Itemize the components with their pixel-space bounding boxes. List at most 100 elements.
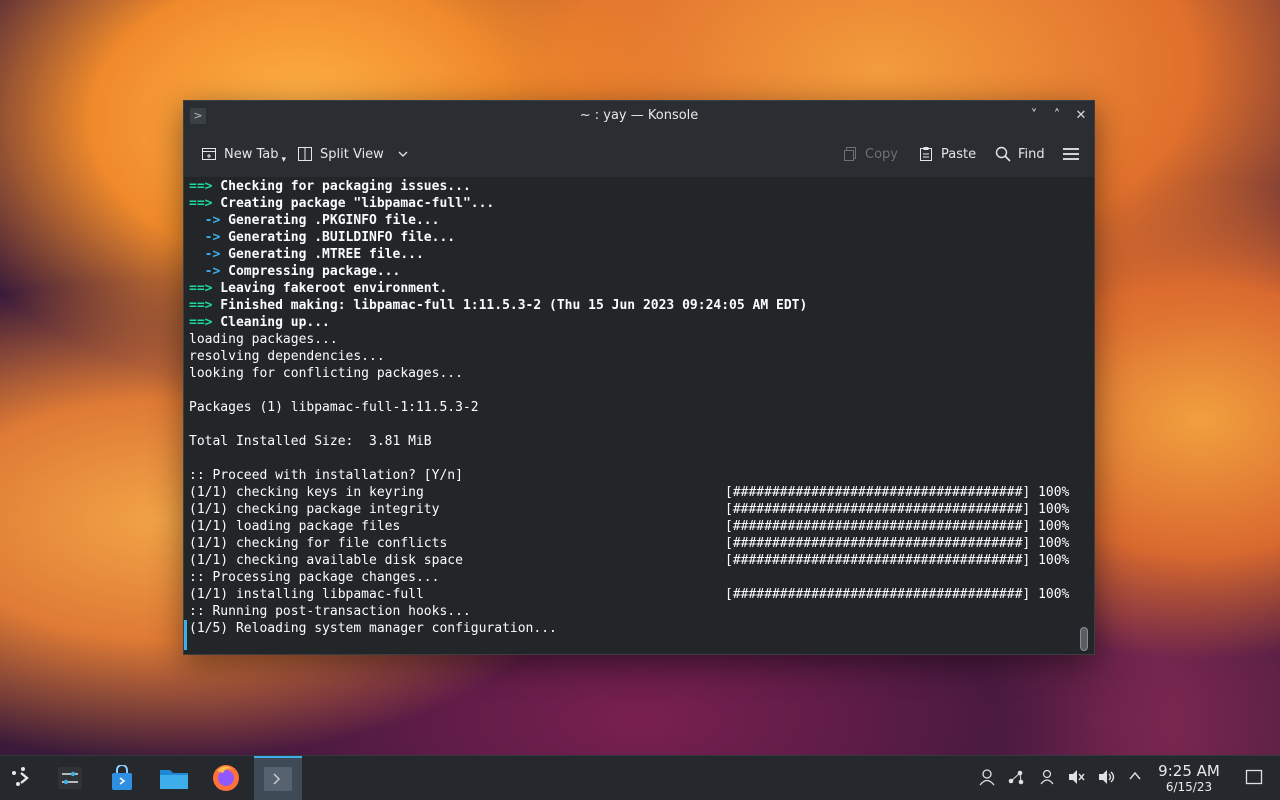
hamburger-menu-button[interactable] <box>1063 143 1079 165</box>
clock-time: 9:25 AM <box>1158 762 1220 780</box>
konsole-window: > ~ : yay — Konsole ˅ ˄ ✕ New Tab ▾ Spli… <box>183 100 1095 655</box>
search-icon <box>995 146 1011 162</box>
terminal-line: (1/1) checking keys in keyring [#########… <box>189 484 1072 501</box>
discover-store-icon[interactable] <box>106 762 138 794</box>
arrow-prefix: ==> <box>189 281 213 296</box>
arrow-prefix: ==> <box>189 179 213 194</box>
line-text: (1/1) checking keys in keyring <box>189 485 424 500</box>
line-text: :: Running post-transaction hooks... <box>189 604 471 619</box>
line-text: loading packages... <box>189 332 338 347</box>
terminal-line: -> Generating .PKGINFO file... <box>189 212 1072 229</box>
terminal-line: -> Generating .MTREE file... <box>189 246 1072 263</box>
terminal-line: (1/1) checking package integrity [#######… <box>189 501 1072 518</box>
terminal-line: Total Installed Size: 3.81 MiB <box>189 433 1072 450</box>
new-tab-icon <box>202 148 216 160</box>
line-text: Cleaning up... <box>212 315 330 330</box>
find-label: Find <box>1018 146 1045 162</box>
arrow-prefix: ==> <box>189 298 213 313</box>
line-text: :: Proceed with installation? [Y/n] <box>189 468 463 483</box>
line-text: (1/1) checking available disk space <box>189 553 463 568</box>
progress-bar-text: [#####################################] … <box>725 587 1070 602</box>
chevron-down-icon: ▾ <box>281 155 287 165</box>
new-tab-label: New Tab <box>224 146 279 162</box>
progress-bar-text: [#####################################] … <box>725 536 1070 551</box>
user-switch-icon[interactable] <box>1037 768 1057 788</box>
line-text: Packages (1) libpamac-full-1:11.5.3-2 <box>189 400 479 415</box>
konsole-taskbar-button[interactable] <box>254 756 302 800</box>
chevron-up-icon[interactable] <box>1125 768 1145 788</box>
toolbar: New Tab ▾ Split View Copy Paste Find <box>184 131 1094 178</box>
terminal-line: (1/1) loading package files [############… <box>189 518 1072 535</box>
new-tab-button[interactable]: New Tab ▾ <box>201 143 286 165</box>
terminal-line: -> Compressing package... <box>189 263 1072 280</box>
firefox-icon[interactable] <box>210 762 242 794</box>
line-text: :: Processing package changes... <box>189 570 440 585</box>
terminal-view[interactable]: ==> Checking for packaging issues... ==> … <box>184 177 1094 654</box>
copy-label: Copy <box>865 146 898 162</box>
sub-arrow-prefix: -> <box>189 230 221 245</box>
find-button[interactable]: Find <box>995 143 1045 165</box>
sub-arrow-prefix: -> <box>189 213 221 228</box>
muted-speaker-icon[interactable] <box>1066 768 1086 788</box>
paste-button[interactable]: Paste <box>918 143 976 165</box>
user-icon[interactable] <box>977 768 997 788</box>
line-text: Leaving fakeroot environment. <box>212 281 448 296</box>
line-text: Generating .BUILDINFO file... <box>220 230 456 245</box>
terminal-line: ==> Leaving fakeroot environment. <box>189 280 1072 297</box>
clock-date: 6/15/23 <box>1165 780 1213 794</box>
konsole-icon <box>264 767 292 791</box>
line-text: Finished making: libpamac-full 1:11.5.3-… <box>212 298 808 313</box>
split-view-icon <box>298 147 312 161</box>
sub-arrow-prefix: -> <box>189 247 221 262</box>
split-view-label: Split View <box>320 146 384 162</box>
minimize-button[interactable]: ˅ <box>1024 106 1044 126</box>
progress-bar-text: [#####################################] … <box>725 502 1070 517</box>
terminal-line: loading packages... <box>189 331 1072 348</box>
line-text: (1/5) Reloading system manager configura… <box>189 621 557 636</box>
copy-button[interactable]: Copy <box>842 143 898 165</box>
terminal-line: Packages (1) libpamac-full-1:11.5.3-2 <box>189 399 1072 416</box>
terminal-line: (1/1) installing libpamac-full [#########… <box>189 586 1072 603</box>
arrow-prefix: ==> <box>189 315 213 330</box>
terminal-line: ==> Cleaning up... <box>189 314 1072 331</box>
line-text: (1/1) checking package integrity <box>189 502 440 517</box>
line-text: Compressing package... <box>220 264 401 279</box>
line-text: (1/1) checking for file conflicts <box>189 536 448 551</box>
scrollbar-thumb[interactable] <box>1080 627 1088 651</box>
network-icon[interactable] <box>1006 768 1026 788</box>
line-text: Generating .MTREE file... <box>220 247 424 262</box>
title-bar[interactable]: > ~ : yay — Konsole ˅ ˄ ✕ <box>184 101 1094 131</box>
terminal-line: resolving dependencies... <box>189 348 1072 365</box>
terminal-line: looking for conflicting packages... <box>189 365 1072 382</box>
file-manager-icon[interactable] <box>158 762 190 794</box>
progress-bar-text: [#####################################] … <box>725 553 1070 568</box>
window-title: ~ : yay — Konsole <box>579 108 699 123</box>
show-desktop-icon[interactable] <box>1244 768 1264 788</box>
terminal-line: ==> Creating package "libpamac-full"... <box>189 195 1072 212</box>
hamburger-menu-icon <box>1063 148 1079 160</box>
line-text: Creating package "libpamac-full"... <box>212 196 495 211</box>
terminal-line: :: Proceed with installation? [Y/n] <box>189 467 1072 484</box>
terminal-line: (1/5) Reloading system manager configura… <box>189 620 1072 637</box>
volume-icon[interactable] <box>1096 768 1116 788</box>
line-text: Checking for packaging issues... <box>212 179 471 194</box>
clock[interactable]: 9:25 AM 6/15/23 <box>1155 762 1223 794</box>
sub-arrow-prefix: -> <box>189 264 221 279</box>
split-view-button[interactable]: Split View <box>297 143 409 165</box>
line-text: looking for conflicting packages... <box>189 366 463 381</box>
system-settings-icon[interactable] <box>54 762 86 794</box>
taskbar: 9:25 AM 6/15/23 <box>0 755 1280 800</box>
application-launcher-icon[interactable] <box>6 762 38 794</box>
chevron-down-icon[interactable] <box>397 148 409 160</box>
progress-bar-text: [#####################################] … <box>725 485 1070 500</box>
terminal-line: ==> Finished making: libpamac-full 1:11.… <box>189 297 1072 314</box>
line-text: Total Installed Size: 3.81 MiB <box>189 434 432 449</box>
copy-icon <box>844 147 856 161</box>
close-button[interactable]: ✕ <box>1071 106 1091 126</box>
maximize-button[interactable]: ˄ <box>1047 106 1067 126</box>
terminal-line: ==> Checking for packaging issues... <box>189 178 1072 195</box>
terminal-line: :: Running post-transaction hooks... <box>189 603 1072 620</box>
